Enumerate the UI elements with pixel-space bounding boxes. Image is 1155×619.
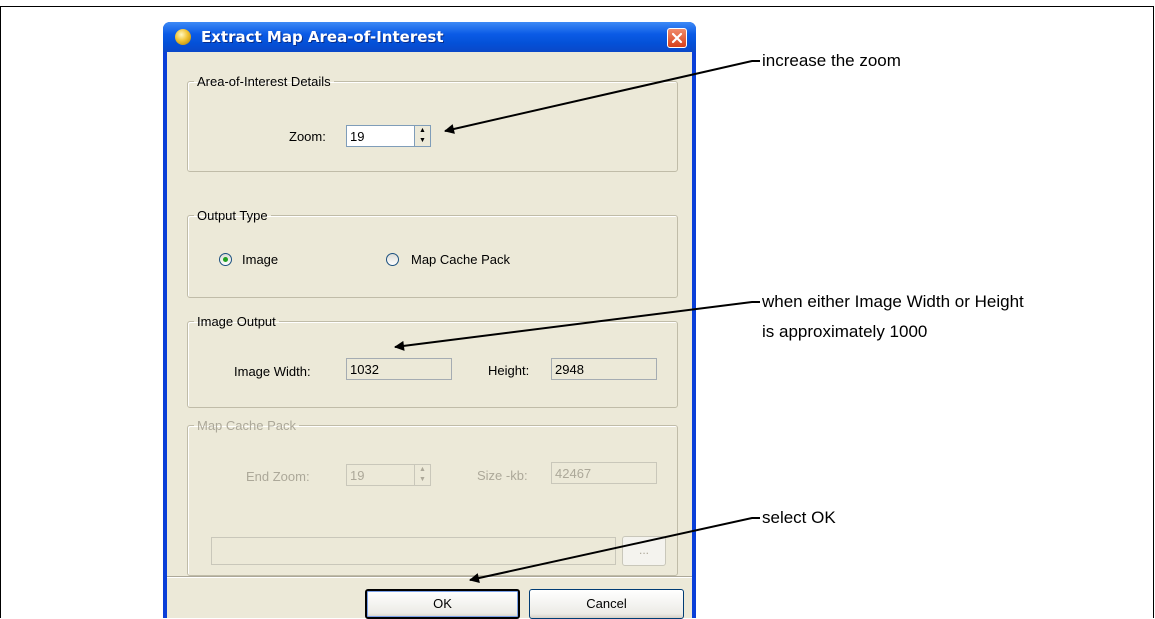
arrow-to-ok (469, 517, 760, 583)
callout-arrows (394, 60, 760, 583)
arrow-to-zoom (444, 60, 760, 134)
arrow-to-image-width (394, 301, 760, 351)
